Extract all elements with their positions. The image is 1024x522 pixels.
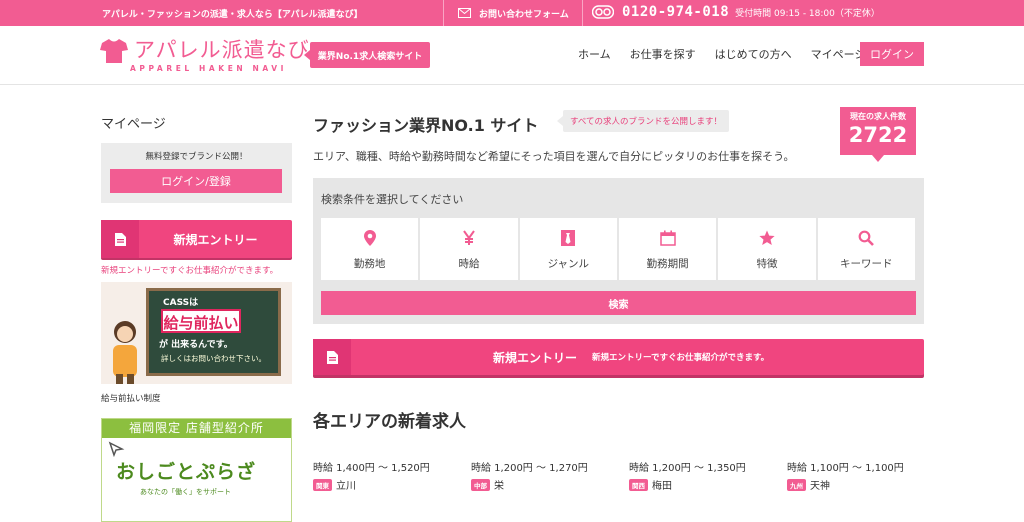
banner2-title: おしごとぷらざ: [116, 461, 257, 483]
mail-icon: [458, 8, 471, 18]
category-area-label: 勤務地: [353, 258, 386, 270]
job-wage: 時給 1,200円 〜 1,350円: [629, 463, 746, 474]
logo-text-ja: アパレル派遣なび: [134, 38, 310, 62]
nav-find-jobs[interactable]: お仕事を探す: [630, 46, 696, 62]
job-count-box: 現在の求人件数 2722: [840, 107, 916, 162]
job-item[interactable]: 時給 1,200円 〜 1,270円 中部栄: [471, 459, 621, 492]
area-section-title: 各エリアの新着求人: [313, 412, 466, 432]
phone-info: 0120-974-018 受付時間 09:15 - 18:00（不定休）: [592, 4, 880, 20]
register-box: 無料登録でブランド公開！ ログイン/登録: [101, 143, 292, 203]
yen-icon: [420, 230, 517, 248]
mypage-heading: マイページ: [101, 117, 166, 132]
top-bar: アパレル・ファッションの派遣・求人なら【アパレル派遣なび】 お問い合わせフォーム…: [0, 0, 1024, 26]
document-icon: [101, 220, 139, 258]
site-header: アパレル派遣なび APPAREL HAKEN NAVI 業界No.1求人検索サイ…: [0, 26, 1024, 85]
nav-first-time[interactable]: はじめての方へ: [715, 46, 792, 62]
phone-number[interactable]: 0120-974-018: [622, 4, 729, 20]
no1-badge: 業界No.1求人検索サイト: [304, 42, 430, 68]
tie-icon: [520, 230, 617, 248]
sidebar-entry-note: 新規エントリーですぐお仕事紹介ができます。: [101, 266, 279, 276]
main-entry-button[interactable]: 新規エントリー 新規エントリーですぐお仕事紹介ができます。: [313, 339, 924, 375]
contact-form-label: お問い合わせフォーム: [479, 9, 569, 20]
job-location: 関西 梅田: [629, 477, 779, 492]
region-badge: 中部: [471, 478, 490, 491]
job-location: 中部栄: [471, 477, 621, 492]
search-panel: 検索条件を選択してください 勤務地 時給 ジャンル 勤務期間 特徴 キーワード …: [313, 178, 924, 324]
sidebar-entry-label: 新規エントリー: [173, 233, 258, 247]
job-wage: 時給 1,100円 〜 1,100円: [787, 463, 904, 474]
job-wage: 時給 1,400円 〜 1,520円: [313, 463, 430, 474]
register-text: 無料登録でブランド公開！: [145, 152, 248, 162]
sidebar-entry-button[interactable]: 新規エントリー: [101, 220, 292, 258]
nav-mypage[interactable]: マイページ: [811, 46, 866, 62]
job-place: 栄: [494, 481, 504, 492]
login-button[interactable]: ログイン: [860, 42, 924, 66]
freedial-icon: [592, 5, 614, 19]
lead-text: エリア、職種、時給や勤務時間など希望にそった項目を選んで自分にピッタリのお仕事を…: [313, 150, 795, 163]
search-icon: [818, 230, 915, 248]
site-tagline: アパレル・ファッションの派遣・求人なら【アパレル派遣なび】: [102, 10, 363, 20]
job-count-value: 2722: [848, 123, 908, 147]
banner2-header: 福岡限定 店舗型紹介所: [102, 419, 291, 438]
region-badge: 関西: [629, 478, 648, 491]
category-genre-label: ジャンル: [547, 258, 590, 270]
banner1-caption: 給与前払い制度: [101, 394, 161, 404]
category-wage-label: 時給: [458, 258, 480, 270]
main-entry-desc: 新規エントリーですぐお仕事紹介ができます。: [592, 353, 770, 363]
salary-advance-banner[interactable]: CASSは 給与前払い が 出来るんです。 詳しくはお問い合わせ下さい。: [101, 282, 292, 384]
banner2-subtitle: あなたの「働く」をサポート: [140, 488, 231, 496]
calendar-icon: [619, 230, 716, 248]
tshirt-logo-icon: [100, 39, 128, 63]
search-panel-title: 検索条件を選択してください: [321, 193, 464, 206]
main-entry-label: 新規エントリー: [493, 351, 578, 365]
star-icon: [718, 230, 815, 248]
search-button[interactable]: 検索: [321, 291, 916, 315]
category-keyword[interactable]: キーワード: [817, 218, 915, 280]
chalkboard: CASSは 給与前払い が 出来るんです。 詳しくはお問い合わせ下さい。: [146, 288, 281, 376]
category-feature-label: 特徴: [756, 258, 778, 270]
job-wage: 時給 1,200円 〜 1,270円: [471, 463, 588, 474]
banner1-line4: 詳しくはお問い合わせ下さい。: [161, 354, 266, 363]
category-feature[interactable]: 特徴: [718, 218, 816, 280]
brand-disclosure-badge: すべての求人のブランドを公開します！: [557, 110, 729, 132]
page-title: ファッション業界NO.1 サイト: [313, 116, 539, 135]
business-hours: 受付時間 09:15 - 18:00（不定休）: [735, 8, 880, 19]
cursor-icon: [108, 441, 125, 457]
category-genre[interactable]: ジャンル: [519, 218, 617, 280]
job-item[interactable]: 時給 1,100円 〜 1,100円 九州 天神: [787, 459, 937, 492]
contact-form-link[interactable]: お問い合わせフォーム: [443, 0, 583, 26]
nav-home[interactable]: ホーム: [578, 46, 611, 62]
job-count-label: 現在の求人件数: [850, 112, 906, 121]
document-icon: [313, 339, 351, 375]
category-area[interactable]: 勤務地: [321, 218, 419, 280]
region-badge: 関東: [313, 478, 332, 491]
banner1-line3: が 出来るんです。: [159, 340, 233, 350]
category-period-label: 勤務期間: [646, 258, 689, 270]
job-item[interactable]: 時給 1,200円 〜 1,350円 関西 梅田: [629, 459, 779, 492]
logo-text-en: APPAREL HAKEN NAVI: [130, 64, 288, 73]
job-place: 梅田: [652, 481, 672, 492]
oshigoto-plaza-banner[interactable]: 福岡限定 店舗型紹介所 おしごとぷらざ あなたの「働く」をサポート: [101, 418, 292, 522]
sidebar: マイページ 無料登録でブランド公開！ ログイン/登録 新規エントリー 新規エント…: [101, 113, 292, 522]
login-register-button[interactable]: ログイン/登録: [110, 169, 282, 193]
job-location: 九州 天神: [787, 477, 937, 492]
region-badge: 九州: [787, 478, 806, 491]
girl-illustration: [113, 321, 137, 384]
category-wage[interactable]: 時給: [420, 218, 518, 280]
main-nav: ホーム お仕事を探す はじめての方へ マイページ: [578, 46, 884, 62]
banner1-line2: 給与前払い: [161, 309, 241, 333]
search-categories: 勤務地 時給 ジャンル 勤務期間 特徴 キーワード: [321, 218, 915, 280]
map-pin-icon: [321, 230, 418, 248]
job-location: 関東 立川: [313, 477, 463, 492]
job-place: 天神: [810, 481, 830, 492]
job-place: 立川: [336, 481, 356, 492]
category-keyword-label: キーワード: [840, 258, 893, 270]
banner1-line1: CASSは: [163, 298, 199, 308]
category-period[interactable]: 勤務期間: [618, 218, 717, 280]
job-item[interactable]: 時給 1,400円 〜 1,520円 関東 立川: [313, 459, 463, 492]
new-jobs-list: 時給 1,400円 〜 1,520円 関東 立川 時給 1,200円 〜 1,27…: [313, 459, 924, 492]
